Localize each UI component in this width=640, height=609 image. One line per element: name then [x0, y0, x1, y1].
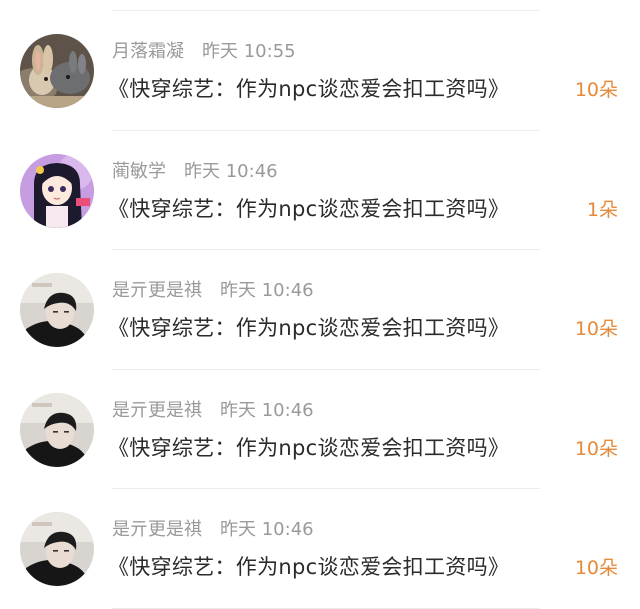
- comment-text: 《快穿综艺：作为npc谈恋爱会扣工资吗》: [108, 316, 510, 340]
- comment-row[interactable]: 是亓更是祺 昨天 10:46 《快穿综艺：作为npc谈恋爱会扣工资吗》 10朵: [0, 250, 640, 370]
- timestamp: 昨天 10:46: [220, 280, 314, 301]
- username[interactable]: 月落霜凝: [112, 41, 184, 62]
- comment-text: 《快穿综艺：作为npc谈恋爱会扣工资吗》: [108, 196, 510, 221]
- timestamp: 昨天 10:46: [220, 399, 314, 421]
- comment-meta: 是亓更是祺 昨天 10:46: [112, 517, 314, 543]
- flower-count: 10朵: [574, 318, 618, 340]
- flower-count: 10朵: [574, 557, 618, 579]
- comment-text: 《快穿综艺：作为npc谈恋爱会扣工资吗》: [108, 435, 510, 460]
- comment-row[interactable]: 是亓更是祺 昨天 10:46 《快穿综艺：作为npc谈恋爱会扣工资吗》 10朵: [0, 370, 640, 490]
- timestamp: 昨天 10:55: [202, 41, 296, 62]
- comment-row[interactable]: 月落霜凝 昨天 10:55 《快穿综艺：作为npc谈恋爱会扣工资吗》 10朵: [0, 11, 640, 131]
- comment-row[interactable]: 蔺敏学 昨天 10:46 《快穿综艺：作为npc谈恋爱会扣工资吗》 1朵: [0, 131, 640, 251]
- username[interactable]: 是亓更是祺: [112, 400, 202, 421]
- flower-count: 1朵: [586, 198, 618, 221]
- username[interactable]: 蔺敏学: [112, 161, 166, 182]
- person-avatar-icon[interactable]: [20, 273, 94, 347]
- comment-meta: 是亓更是祺 昨天 10:46: [112, 398, 314, 424]
- flower-count: 10朵: [574, 437, 618, 460]
- comment-text: 《快穿综艺：作为npc谈恋爱会扣工资吗》: [108, 555, 510, 579]
- comment-row[interactable]: 是亓更是祺 昨天 10:46 《快穿综艺：作为npc谈恋爱会扣工资吗》 10朵: [0, 489, 640, 609]
- comment-meta: 月落霜凝 昨天 10:55: [112, 39, 296, 65]
- comment-meta: 是亓更是祺 昨天 10:46: [112, 278, 314, 304]
- timestamp: 昨天 10:46: [184, 160, 278, 182]
- username[interactable]: 是亓更是祺: [112, 519, 202, 540]
- person-avatar-icon[interactable]: [20, 392, 94, 467]
- timestamp: 昨天 10:46: [220, 519, 314, 540]
- comment-list: 月落霜凝 昨天 10:55 《快穿综艺：作为npc谈恋爱会扣工资吗》 10朵 蔺敏…: [0, 11, 640, 609]
- flower-count: 10朵: [574, 79, 618, 101]
- anime-girl-avatar-icon[interactable]: [20, 153, 94, 228]
- rabbit-avatar-icon[interactable]: [20, 34, 94, 108]
- comment-text: 《快穿综艺：作为npc谈恋爱会扣工资吗》: [108, 77, 510, 101]
- comment-meta: 蔺敏学 昨天 10:46: [112, 159, 278, 185]
- username[interactable]: 是亓更是祺: [112, 280, 202, 301]
- person-avatar-icon[interactable]: [20, 512, 94, 586]
